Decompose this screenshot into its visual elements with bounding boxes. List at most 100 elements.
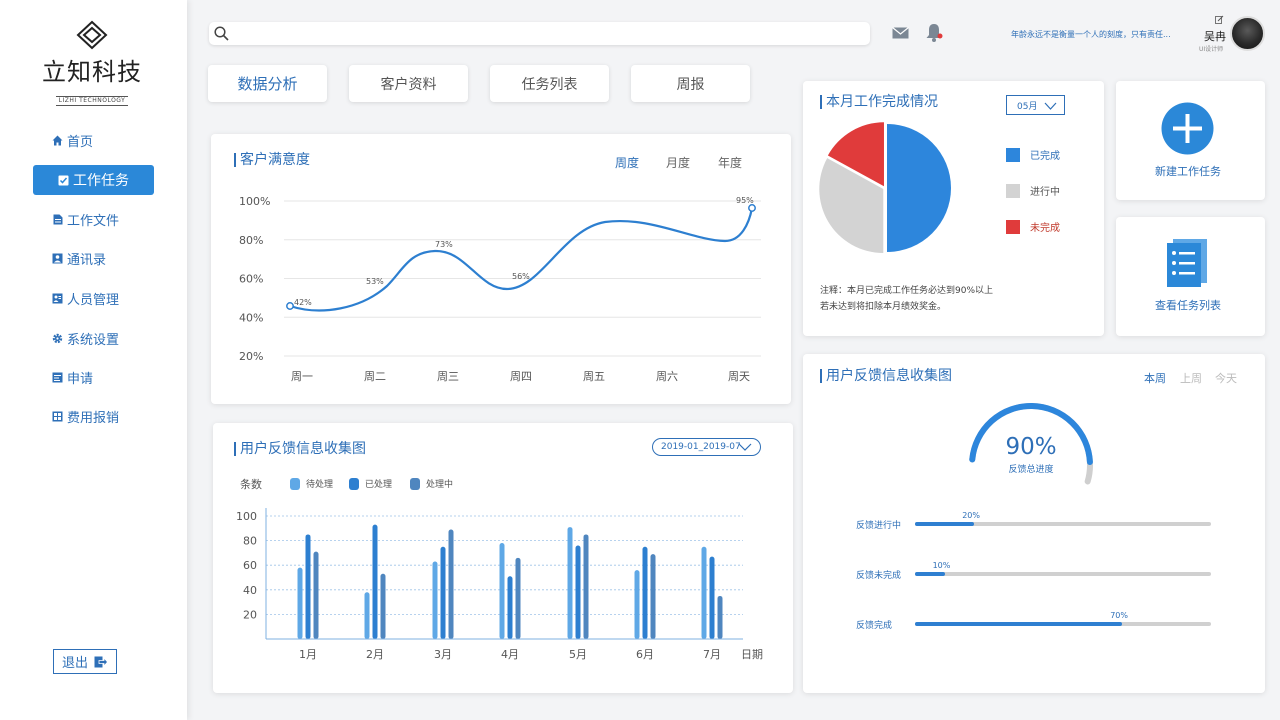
y-tick-label: 60% bbox=[239, 273, 263, 286]
x-tick-label: 3月 bbox=[434, 648, 452, 661]
nav-item-contacts[interactable]: 通讯录 bbox=[52, 245, 106, 271]
bar bbox=[313, 551, 319, 639]
y-tick-label: 100% bbox=[239, 195, 270, 208]
view-tasks-label: 查看任务列表 bbox=[1155, 299, 1221, 312]
bar bbox=[499, 543, 505, 639]
nav-label: 首页 bbox=[67, 134, 94, 150]
nav-label: 通讯录 bbox=[67, 252, 107, 268]
user-role: UI设计师 bbox=[1199, 46, 1224, 53]
view-tasks-card[interactable]: 查看任务列表 bbox=[1116, 217, 1265, 336]
bar bbox=[305, 534, 311, 639]
progress-fill bbox=[915, 572, 945, 576]
x-tick-label: 5月 bbox=[569, 648, 587, 661]
legend-completed: 已完成 bbox=[1006, 147, 1060, 162]
feedback-progress-title: 用户反馈信息收集图 bbox=[820, 369, 952, 383]
nav-item-settings[interactable]: 系统设置 bbox=[52, 325, 119, 351]
x-tick-label: 4月 bbox=[501, 648, 519, 661]
bar bbox=[642, 546, 648, 639]
legend-in-progress: 进行中 bbox=[1006, 183, 1060, 198]
progress-label: 反馈进行中 bbox=[856, 521, 902, 531]
tab-data-analysis[interactable]: 数据分析 bbox=[208, 65, 327, 102]
people-icon bbox=[52, 293, 63, 304]
chevron-down-icon bbox=[1044, 102, 1057, 110]
tab-weekly-report[interactable]: 周报 bbox=[631, 65, 750, 102]
tab-task-list[interactable]: 任务列表 bbox=[490, 65, 609, 102]
progress-fill bbox=[915, 522, 975, 526]
nav-item-files[interactable]: 工作文件 bbox=[52, 206, 119, 232]
y-tick-label: 60 bbox=[243, 559, 257, 572]
apply-icon bbox=[52, 372, 63, 383]
brand-name: 立知科技 bbox=[42, 58, 142, 86]
point-label-56: 56% bbox=[512, 272, 530, 281]
bar bbox=[380, 573, 386, 639]
nav-item-apply[interactable]: 申请 bbox=[52, 364, 93, 390]
point-label-53: 53% bbox=[366, 277, 384, 286]
mail-icon[interactable] bbox=[892, 27, 909, 39]
y-tick-label: 100 bbox=[236, 510, 257, 523]
bar bbox=[440, 546, 446, 639]
new-task-card[interactable]: 新建工作任务 bbox=[1116, 81, 1265, 200]
bell-icon[interactable] bbox=[925, 23, 943, 43]
logout-label: 退出 bbox=[61, 656, 88, 671]
search-bar[interactable] bbox=[209, 22, 870, 45]
point-label-73: 73% bbox=[435, 240, 453, 249]
gauge-label: 反馈总进度 bbox=[1008, 465, 1054, 475]
contacts-icon bbox=[52, 253, 63, 264]
bar bbox=[701, 546, 707, 639]
edit-icon[interactable] bbox=[1215, 15, 1224, 24]
task-icon bbox=[58, 175, 69, 186]
nav-label: 工作文件 bbox=[67, 213, 120, 229]
x-tick-label: 周五 bbox=[583, 370, 605, 383]
satisfaction-line-chart: 100%80%60%40%20% 周一 周二 周三 周四 周五 周六 周天 42% 53% … bbox=[239, 195, 761, 383]
x-tick-label: 周天 bbox=[728, 370, 750, 383]
satisfaction-end-point bbox=[748, 204, 756, 212]
brand-logo[interactable]: 立知科技 LIZHI TECHNOLOGY bbox=[40, 20, 144, 106]
nav-label: 人员管理 bbox=[67, 292, 120, 308]
tab-label: 数据分析 bbox=[237, 75, 298, 93]
task-list-icon bbox=[1167, 239, 1207, 287]
y-tick-label: 40% bbox=[239, 311, 263, 324]
x-tick-label: 1月 bbox=[299, 648, 317, 661]
period-last-week[interactable]: 上周 bbox=[1180, 370, 1202, 386]
user-name: 吴冉 bbox=[1204, 30, 1226, 43]
satisfaction-start-point bbox=[286, 302, 294, 310]
avatar[interactable] bbox=[1230, 16, 1265, 51]
logout-button[interactable]: 退出 bbox=[53, 649, 117, 674]
legend-swatch bbox=[1006, 219, 1020, 234]
nav-item-tasks[interactable]: 工作任务 bbox=[33, 165, 154, 195]
period-today[interactable]: 今天 bbox=[1215, 370, 1237, 386]
legend-label: 进行中 bbox=[1030, 187, 1060, 198]
new-task-label: 新建工作任务 bbox=[1155, 165, 1221, 178]
month-select[interactable]: 05月 bbox=[1006, 95, 1065, 115]
bar bbox=[567, 527, 573, 639]
period-this-week[interactable]: 本周 bbox=[1144, 370, 1166, 386]
progress-track bbox=[915, 572, 1211, 576]
progress-track bbox=[915, 622, 1211, 626]
feedback-bar-chart: 条数 日期 100 80 60 40 20 1月 2月 3月 4月 5月 6月 7月 bbox=[236, 477, 763, 661]
legend-swatch bbox=[1006, 183, 1020, 198]
legend-swatch bbox=[1006, 147, 1020, 162]
note-line: 注释：本月已完成工作任务必达到90%以上 bbox=[820, 286, 994, 296]
home-icon bbox=[52, 135, 63, 146]
nav-item-people[interactable]: 人员管理 bbox=[52, 285, 119, 311]
add-icon bbox=[1161, 102, 1214, 155]
nav-label: 工作任务 bbox=[73, 173, 129, 189]
x-tick-label: 6月 bbox=[636, 648, 654, 661]
x-tick-label: 2月 bbox=[366, 648, 384, 661]
bar bbox=[650, 554, 656, 639]
brand-subtitle: LIZHI TECHNOLOGY bbox=[55, 96, 129, 106]
sidebar: 立知科技 LIZHI TECHNOLOGY 首页 工作任务 工作文件 通讯录 人… bbox=[0, 0, 187, 720]
tab-customers[interactable]: 客户资料 bbox=[349, 65, 468, 102]
expense-icon bbox=[52, 411, 63, 422]
bar bbox=[515, 557, 521, 639]
progress-label: 反馈完成 bbox=[856, 621, 893, 631]
nav-item-home[interactable]: 首页 bbox=[52, 127, 93, 153]
nav-item-expense[interactable]: 费用报销 bbox=[52, 403, 119, 429]
bar bbox=[717, 595, 723, 639]
note-line: 若未达到将扣除本月绩效奖金。 bbox=[820, 302, 947, 312]
bar bbox=[432, 561, 438, 639]
y-axis-label: 条数 bbox=[240, 477, 262, 491]
y-tick-label: 80 bbox=[243, 535, 257, 548]
bar bbox=[372, 524, 378, 639]
point-label-95: 95% bbox=[736, 196, 754, 205]
